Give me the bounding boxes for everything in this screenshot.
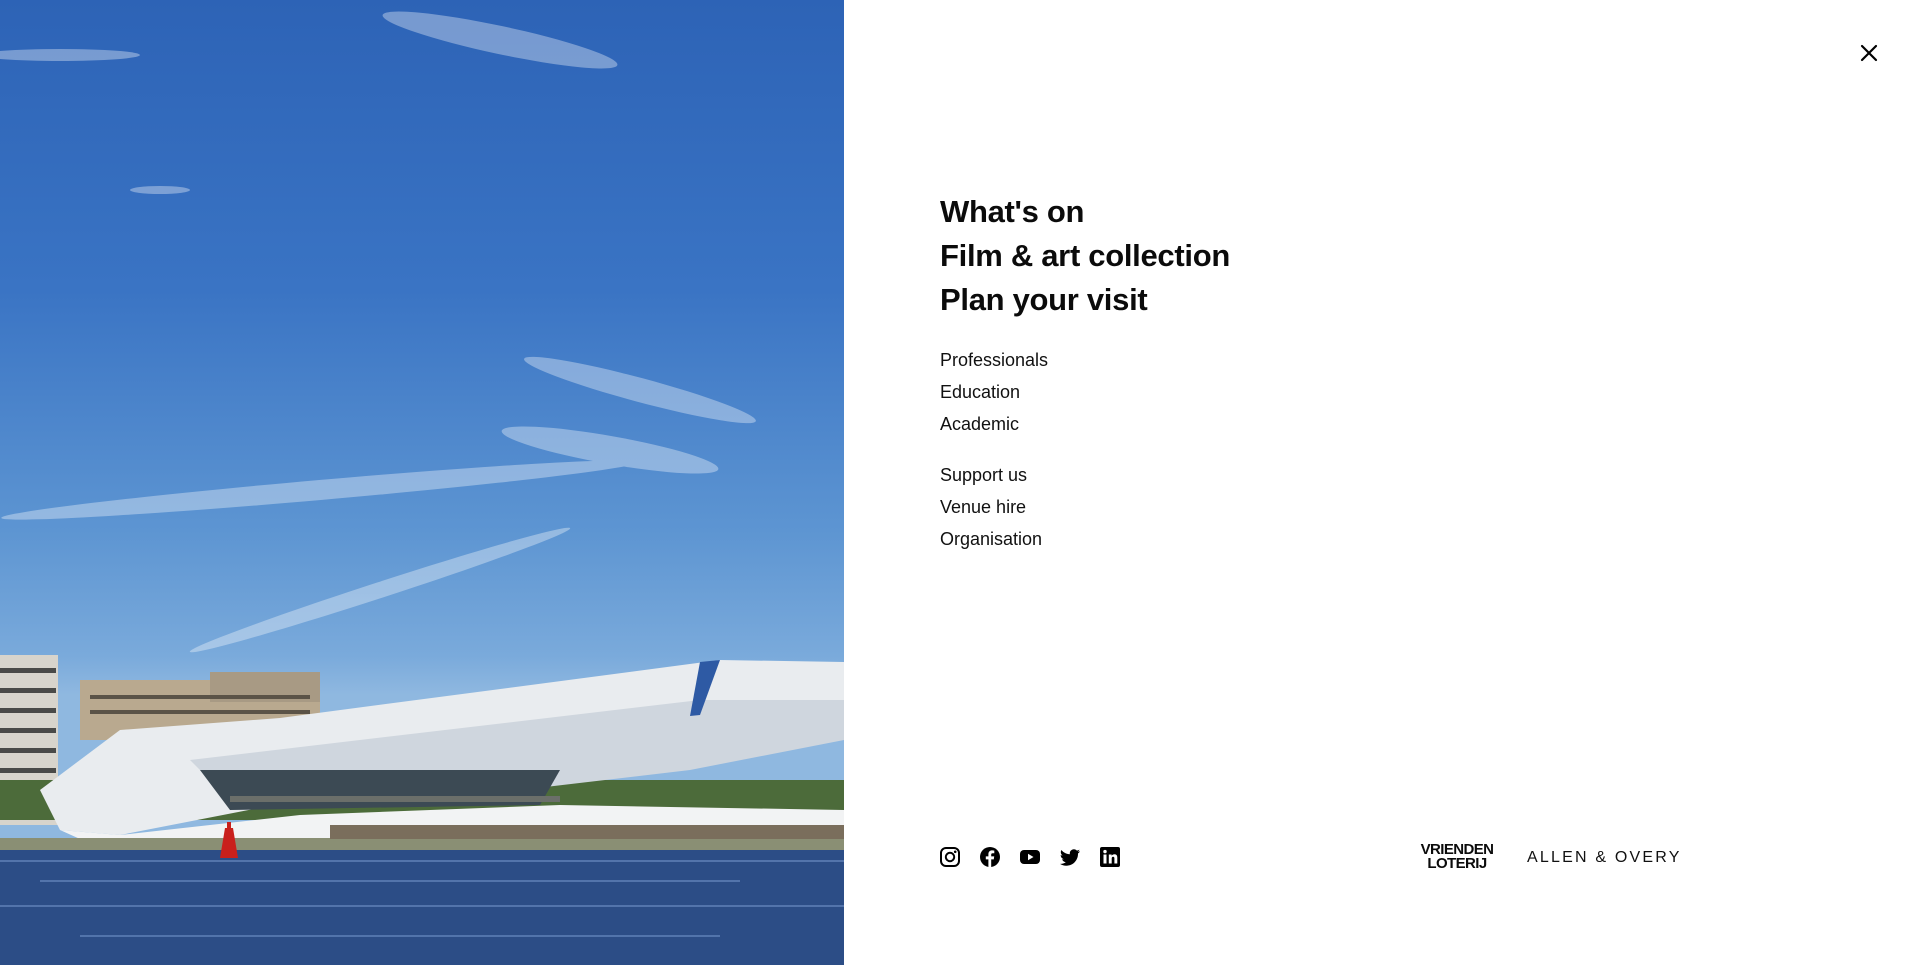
secondary-nav-organisation: Support us Venue hire Organisation: [940, 459, 1230, 555]
close-icon: [1860, 44, 1878, 62]
eye-building-illustration: [0, 11, 844, 965]
hero-photo: [0, 0, 844, 965]
youtube-icon[interactable]: [1019, 846, 1041, 868]
primary-nav: What's on Film & art collection Plan you…: [940, 190, 1230, 322]
nav-academic[interactable]: Academic: [940, 408, 1230, 440]
nav-whats-on[interactable]: What's on: [940, 190, 1230, 234]
vriendenloterij-logo[interactable]: VRIENDEN LOTERIJ: [1416, 842, 1498, 872]
main-menu: What's on Film & art collection Plan you…: [940, 190, 1230, 555]
nav-organisation[interactable]: Organisation: [940, 523, 1230, 555]
close-button[interactable]: [1856, 40, 1882, 66]
nav-venue-hire[interactable]: Venue hire: [940, 491, 1230, 523]
linkedin-icon[interactable]: [1099, 846, 1121, 868]
secondary-nav-audiences: Professionals Education Academic: [940, 344, 1230, 440]
allen-overy-logo[interactable]: ALLEN & OVERY: [1527, 849, 1682, 867]
nav-professionals[interactable]: Professionals: [940, 344, 1230, 376]
twitter-icon[interactable]: [1059, 846, 1081, 868]
nav-plan-your-visit[interactable]: Plan your visit: [940, 278, 1230, 322]
social-links: [939, 846, 1121, 868]
vriendenloterij-line2: LOTERIJ: [1427, 855, 1487, 872]
nav-education[interactable]: Education: [940, 376, 1230, 408]
nav-support-us[interactable]: Support us: [940, 459, 1230, 491]
facebook-icon[interactable]: [979, 846, 1001, 868]
instagram-icon[interactable]: [939, 846, 961, 868]
nav-film-art-collection[interactable]: Film & art collection: [940, 234, 1230, 278]
